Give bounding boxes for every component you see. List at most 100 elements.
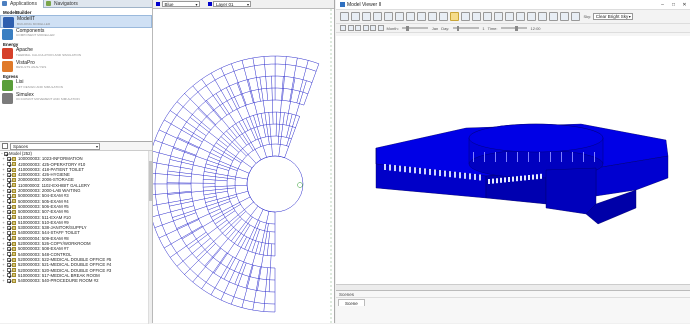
shadow-icon[interactable] [527, 12, 536, 21]
filter-icon[interactable] [2, 143, 8, 149]
3d-model[interactable] [336, 36, 690, 284]
wire-icon[interactable] [461, 12, 470, 21]
time-slider-knob[interactable] [515, 26, 518, 31]
expand-icon[interactable]: + [0, 278, 7, 283]
zoom-in-icon[interactable] [351, 12, 360, 21]
maximize-icon[interactable]: □ [668, 2, 679, 8]
pan-icon[interactable] [384, 12, 393, 21]
tree-checkbox[interactable] [7, 183, 11, 187]
app-item-components[interactable]: ComponentsCOMPONENT MODELLER [0, 28, 152, 41]
tree-checkbox[interactable] [7, 194, 11, 198]
shaded-icon[interactable] [450, 12, 459, 21]
plan-wall [247, 156, 285, 212]
model-window [464, 173, 466, 179]
cube-icon[interactable] [439, 12, 448, 21]
view-icon[interactable] [378, 25, 384, 31]
view-icon[interactable] [340, 25, 346, 31]
orbit-icon[interactable] [395, 12, 404, 21]
tree-checkbox[interactable] [7, 205, 11, 209]
plan-wall [259, 211, 269, 254]
scroll-thumb[interactable] [149, 161, 152, 201]
tree-checkbox[interactable] [7, 157, 11, 161]
sun-icon[interactable] [516, 12, 525, 21]
day-slider[interactable] [453, 27, 479, 29]
app-item-apache[interactable]: ApacheTHERMAL CALCULATION AND SIMULATION [0, 47, 152, 60]
model-window [424, 168, 426, 174]
3d-render-canvas[interactable] [336, 36, 690, 284]
view-icon[interactable] [348, 25, 354, 31]
app-description: BUILDING MODELLER [17, 23, 50, 27]
axes-icon[interactable] [505, 12, 514, 21]
plan-wall [248, 79, 260, 126]
tab-applications[interactable]: Applications [0, 0, 44, 8]
tree-checkbox[interactable] [7, 189, 11, 193]
tree-checkbox[interactable] [7, 258, 11, 262]
view-icon[interactable] [355, 25, 361, 31]
tree-checkbox[interactable] [7, 279, 11, 283]
grid-icon[interactable] [494, 12, 503, 21]
plan-wall [264, 268, 268, 312]
zoom-out-icon[interactable] [362, 12, 371, 21]
app-description: THERMAL CALCULATION AND SIMULATION [16, 54, 81, 58]
tree-checkbox[interactable] [4, 152, 8, 156]
tree-checkbox[interactable] [7, 231, 11, 235]
day-slider-knob[interactable] [457, 26, 460, 31]
camera-icon[interactable] [549, 12, 558, 21]
home-icon[interactable] [340, 12, 349, 21]
app-item-vistapro[interactable]: VistaProRESULTS ANALYSIS [0, 60, 152, 73]
model-window [389, 165, 391, 171]
tree-checkbox[interactable] [7, 173, 11, 177]
tree-checkbox[interactable] [7, 252, 11, 256]
view-icon[interactable] [363, 25, 369, 31]
layer-dropdown[interactable]: Layer 01 ▾ [213, 1, 251, 8]
tree-checkbox[interactable] [7, 162, 11, 166]
browser-type-select[interactable]: Spaces ▾ [10, 143, 100, 150]
tree-checkbox[interactable] [7, 268, 11, 272]
tree-row[interactable]: +540000003: 540-PROCEDURE ROOM #2 [0, 278, 152, 283]
rotate-icon[interactable] [483, 12, 492, 21]
month-slider-knob[interactable] [406, 26, 409, 31]
color-swatch [156, 2, 160, 6]
box-icon[interactable] [406, 12, 415, 21]
tab-navigators[interactable]: Navigators [44, 0, 84, 8]
tree-checkbox[interactable] [7, 210, 11, 214]
minimize-icon[interactable]: – [657, 2, 668, 8]
model-window [419, 168, 421, 174]
floor-plan-canvas[interactable] [153, 9, 335, 323]
scene-tab[interactable]: Scene [338, 299, 365, 306]
layer-select[interactable]: Layer 01 ▾ [208, 1, 252, 8]
tree-checkbox[interactable] [7, 247, 11, 251]
light-icon[interactable] [538, 12, 547, 21]
tree-checkbox[interactable] [7, 273, 11, 277]
color-select[interactable]: Blue ▾ [156, 1, 200, 8]
color-dropdown[interactable]: Blue ▾ [162, 1, 200, 8]
tree-checkbox[interactable] [7, 242, 11, 246]
room-icon [12, 205, 16, 209]
render-icon[interactable] [560, 12, 569, 21]
tree-scrollbar[interactable] [148, 151, 152, 324]
tree-checkbox[interactable] [7, 178, 11, 182]
section-icon[interactable] [472, 12, 481, 21]
cylinder-icon[interactable] [428, 12, 437, 21]
plan-wall [276, 112, 277, 136]
close-icon[interactable]: ✕ [679, 2, 690, 8]
refresh-icon[interactable] [571, 12, 580, 21]
tree-checkbox[interactable] [7, 236, 11, 240]
app-item-modelit[interactable]: ModelITBUILDING MODELLER [0, 15, 152, 28]
tree-checkbox[interactable] [7, 215, 11, 219]
model-window [528, 175, 530, 180]
tree-checkbox[interactable] [7, 226, 11, 230]
sphere-icon[interactable] [417, 12, 426, 21]
tree-checkbox[interactable] [7, 199, 11, 203]
app-item-simulex[interactable]: SimulexOCCUPANT MOVEMENT AND SIMULATION [0, 92, 152, 105]
zoom-window-icon[interactable] [373, 12, 382, 21]
browser-filter-row: Spaces ▾ [0, 142, 152, 151]
tree-checkbox[interactable] [7, 221, 11, 225]
tree-checkbox[interactable] [7, 263, 11, 267]
month-slider[interactable] [402, 27, 428, 29]
sky-select[interactable]: Clear Bright Sky▾ [593, 13, 633, 20]
app-item-lisi[interactable]: LisiLIFT DESIGN AND SIMULATION [0, 79, 152, 92]
view-icon[interactable] [370, 25, 376, 31]
tree-checkbox[interactable] [7, 168, 11, 172]
time-slider[interactable] [501, 27, 527, 29]
